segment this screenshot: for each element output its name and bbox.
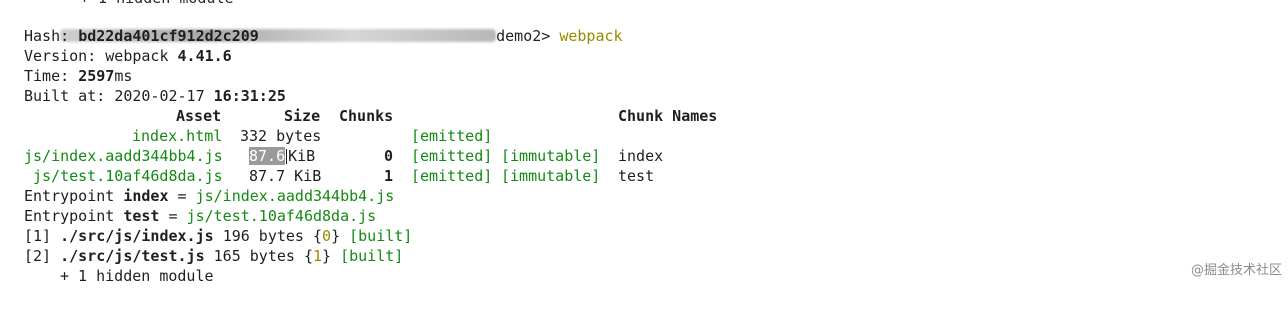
built-label: Built at:: [24, 87, 106, 105]
asset-chunks: 0: [384, 147, 394, 165]
hash-value: bd22da401cf912d2c209: [78, 27, 259, 45]
prompt-suffix: demo2>: [496, 27, 551, 45]
asset-immutable: [immutable]: [501, 167, 601, 185]
asset-row: js/test.10af46d8da.js 87.7 KiB 1 [emitte…: [24, 166, 1024, 186]
module-chunk-close: }: [331, 227, 341, 245]
asset-row: js/index.aadd344bb4.js 87.6 KiB 0 [emitte…: [24, 146, 1024, 166]
asset-size: 87.7 KiB: [249, 167, 322, 185]
asset-chunk-name: index: [618, 147, 664, 165]
asset-emitted: [emitted]: [411, 167, 493, 185]
version-line: Version: webpack 4.41.6: [24, 46, 232, 66]
watermark: @掘金技术社区: [1190, 263, 1282, 278]
asset-row: index.html 332 bytes [emitted]: [24, 126, 1024, 146]
module-id: [2]: [24, 247, 52, 265]
entrypoint-label: Entrypoint: [24, 207, 115, 225]
command-text: webpack: [559, 27, 623, 45]
entrypoint-equals: =: [177, 187, 187, 205]
entrypoint-name: index: [123, 187, 169, 205]
module-line: [1] ./src/js/index.js 196 bytes {0} [bui…: [24, 226, 412, 246]
built-date: 2020-02-17: [114, 87, 205, 105]
text-cursor: [286, 149, 288, 164]
asset-emitted: [emitted]: [411, 127, 493, 145]
hash-label: Hash:: [24, 27, 70, 45]
entrypoint-file: js/index.aadd344bb4.js: [195, 187, 395, 205]
module-id: [1]: [24, 227, 52, 245]
module-path: ./src/js/index.js: [60, 227, 214, 245]
entrypoint-line: Entrypoint index = js/index.aadd344bb4.j…: [24, 186, 394, 206]
selected-size-value[interactable]: 87.6: [249, 147, 286, 165]
version-label: Version: webpack: [24, 47, 169, 65]
header-asset: Asset: [176, 107, 222, 125]
asset-name: js/test.10af46d8da.js: [33, 167, 223, 185]
module-line: [2] ./src/js/test.js 165 bytes {1} [buil…: [24, 246, 403, 266]
entrypoint-line: Entrypoint test = js/test.10af46d8da.js: [24, 206, 376, 226]
asset-size: 332 bytes: [240, 127, 322, 145]
asset-size-unit: KiB: [288, 147, 316, 165]
time-unit: ms: [114, 67, 133, 85]
asset-chunk-name: test: [618, 167, 655, 185]
entrypoint-name: test: [123, 207, 160, 225]
asset-size: 87.6 KiB: [249, 146, 315, 166]
entrypoint-equals: =: [168, 207, 178, 225]
entrypoint-label: Entrypoint: [24, 187, 115, 205]
asset-immutable: [immutable]: [501, 147, 601, 165]
module-path: ./src/js/test.js: [60, 247, 205, 265]
module-chunk: 0: [322, 227, 332, 245]
module-chunk-close: }: [322, 247, 332, 265]
hash-line: Hash: bd22da401cf912d2c209: [24, 26, 259, 46]
header-chunks: Chunks: [339, 107, 394, 125]
prompt-line: demo2> webpack: [24, 6, 623, 45]
module-chunk-open: {: [303, 247, 313, 265]
version-value: 4.41.6: [177, 47, 232, 65]
asset-name: index.html: [132, 127, 223, 145]
asset-table-header: Asset Size Chunks Chunk Names: [24, 106, 1024, 126]
asset-emitted: [emitted]: [411, 147, 493, 165]
built-at-line: Built at: 2020-02-17 16:31:25: [24, 86, 286, 106]
module-status: [built]: [340, 247, 404, 265]
time-value: 2597: [78, 67, 115, 85]
asset-chunks: 1: [384, 167, 394, 185]
header-chunk-names: Chunk Names: [618, 107, 718, 125]
header-size: Size: [284, 107, 321, 125]
entrypoint-file: js/test.10af46d8da.js: [186, 207, 377, 225]
asset-name: js/index.aadd344bb4.js: [24, 147, 223, 165]
built-time: 16:31:25: [213, 87, 286, 105]
time-line: Time: 2597ms: [24, 66, 132, 86]
module-size: 165 bytes: [213, 247, 295, 265]
time-label: Time:: [24, 67, 70, 85]
hidden-module-line: + 1 hidden module: [60, 267, 214, 285]
module-size: 196 bytes: [222, 227, 304, 245]
module-status: [built]: [349, 227, 413, 245]
module-chunk: 1: [313, 247, 323, 265]
module-chunk-open: {: [313, 227, 323, 245]
